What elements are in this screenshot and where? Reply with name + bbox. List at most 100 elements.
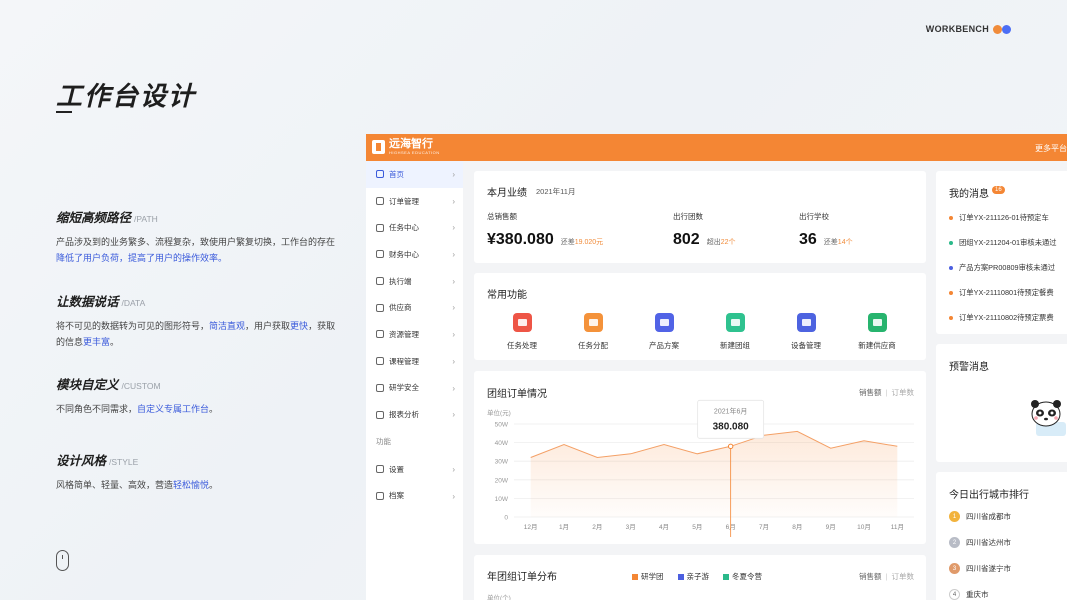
ranking-item[interactable]: 4 重庆市 [949,589,989,600]
sidebar-section-label: 功能 [376,437,391,447]
sidebar-item-supplier[interactable]: 供应商 › [366,294,463,321]
sidebar-item-reports[interactable]: 报表分析 › [366,401,463,428]
group-orders-chart: 010W20W30W40W50W12月 1月 2月 3月 4月 5月 6月 7月 8月 9月 10月… [495,399,914,537]
card-title: 预警消息 [949,362,989,373]
home-icon [376,170,384,179]
sidebar-item-resources[interactable]: 资源管理 › [366,321,463,348]
tooltip-box [697,399,765,439]
shield-icon [376,383,384,392]
sidebar-item-label: 报表分析 [389,410,419,420]
sidebar-item-orders[interactable]: 订单管理 › [366,188,463,215]
ranking-item[interactable]: 1 四川省成都市 [949,511,1011,522]
sidebar-item-finance[interactable]: 财务中心 › [366,241,463,268]
performance-date: 2021年11月 [536,187,576,196]
messages-card: 我的消息 16 订单YX-211126-01待预定车 团组YX-211204-0… [936,171,1067,334]
message-item[interactable]: 订单YX-21110802待预定票费 [949,313,1054,323]
func-task-process[interactable]: 任务处理 [492,313,552,351]
x-tick-label: 4月 [659,523,669,531]
func-label: 任务处理 [507,341,537,350]
legend-item: 冬夏令营 [723,571,762,582]
ranking-item[interactable]: 3 四川省遂宁市 [949,563,1011,574]
sidebar-item-safety[interactable]: 研学安全 › [366,375,463,402]
scroll-mouse-icon [56,550,69,571]
func-new-supplier[interactable]: 新建供应商 [847,313,907,351]
sidebar-item-label: 供应商 [389,303,412,313]
chevron-right-icon: › [452,170,455,179]
sidebar-item-archive[interactable]: 档案 › [366,483,463,510]
func-product-plan[interactable]: 产品方案 [634,313,694,351]
x-tick-label: 12月 [524,523,538,531]
message-item[interactable]: 产品方案PR00809审核未通过 [949,263,1055,273]
y-tick-label: 30W [495,459,509,466]
message-item[interactable]: 订单YX-211126-01待预定车 [949,213,1049,223]
feature-style: 设计风格/STYLE 风格简单、轻量、高效，营造轻松愉悦。 [56,450,346,493]
legend-item: 亲子游 [677,571,709,582]
tab-orders[interactable]: 订单数 [892,572,915,581]
resource-icon [376,330,384,339]
y-tick-label: 40W [495,440,509,447]
more-platform-link[interactable]: 更多平台 [1035,143,1067,154]
func-device-mgmt[interactable]: 设备管理 [776,313,836,351]
ranking-item[interactable]: 2 四川省达州市 [949,537,1011,548]
sidebar-item-label: 执行端 [389,276,412,286]
sidebar-item-executor[interactable]: 执行端 › [366,268,463,295]
chevron-right-icon: › [452,464,455,474]
city-name: 四川省遂宁市 [966,564,1011,573]
sidebar-item-label: 设置 [389,464,404,474]
x-tick-label: 3月 [626,523,636,531]
feature-data: 让数据说话/DATA 将不可见的数据转为可见的图形符号，简洁直观，用户获取更快，… [56,291,346,350]
message-item[interactable]: 订单YX-21110801待预定餐费 [949,288,1054,298]
sidebar-item-tasks[interactable]: 任务中心 › [366,214,463,241]
feature-title: 让数据说话/DATA [56,295,146,309]
app-mockup: 远海智行 HIGHSEA EDUCATION 更多平台 首页 › 订单管理 › 任务… [366,134,1067,600]
new-supplier-icon [867,313,887,332]
task-assign-icon [583,313,603,332]
chevron-right-icon: › [452,491,455,501]
x-tick-label: 10月 [857,523,871,531]
order-icon [376,197,384,206]
func-new-group[interactable]: 新建团组 [705,313,765,351]
chevron-right-icon: › [452,383,455,393]
feature-title: 缩短高频路径/PATH [56,211,158,225]
metric-schools: 出行学校 36 还差14个 [799,211,853,249]
task-icon [376,223,384,232]
city-name: 重庆市 [966,590,989,599]
common-functions-card: 常用功能 任务处理 任务分配 产品方案 新建团组 设备管理 新建供应商 [474,273,926,360]
sidebar-item-courses[interactable]: 课程管理 › [366,348,463,375]
app-logo[interactable]: 远海智行 HIGHSEA EDUCATION [372,139,440,155]
tooltip-value: 380.080 [713,421,750,432]
title-underline [56,111,72,113]
metric-groups: 出行团数 802 超出22个 [673,211,736,249]
new-group-icon [725,313,745,332]
x-tick-label: 9月 [826,523,836,531]
func-task-assign[interactable]: 任务分配 [563,313,623,351]
panda-mascot-icon [1031,400,1066,436]
sidebar-item-label: 首页 [389,169,404,179]
supplier-icon [376,303,384,312]
task-process-icon [512,313,532,332]
course-icon [376,357,384,366]
metric-sales: 总销售额 ¥380.080 还差19.020元 [487,211,603,249]
x-tick-label: 1月 [559,523,569,531]
chevron-right-icon: › [452,410,455,420]
metric-label: 出行学校 [799,212,829,221]
sidebar-item-home[interactable]: 首页 › [366,161,463,188]
city-name: 四川省成都市 [966,512,1011,521]
sidebar-item-settings[interactable]: 设置 › [366,456,463,483]
feature-custom: 模块自定义/CUSTOM 不同角色不同需求，自定义专属工作台。 [56,374,346,417]
sidebar-item-label: 课程管理 [389,356,419,366]
bullet-icon [949,216,953,221]
tab-sales[interactable]: 销售额 [859,572,882,581]
chevron-right-icon: › [452,330,455,340]
x-tick-label: 8月 [792,523,802,531]
metric-value: 36 [799,231,817,248]
gear-icon [376,465,384,474]
card-title: 年团组订单分布 [487,572,557,583]
x-tick-label: 11月 [891,523,904,531]
city-name: 四川省达州市 [966,538,1011,547]
func-label: 新建供应商 [858,341,896,350]
message-item[interactable]: 团组YX-211204-01审核未通过 [949,238,1057,248]
rank-badge: 1 [949,511,960,522]
y-tick-label: 10W [495,496,509,503]
feature-title: 模块自定义/CUSTOM [56,378,161,392]
